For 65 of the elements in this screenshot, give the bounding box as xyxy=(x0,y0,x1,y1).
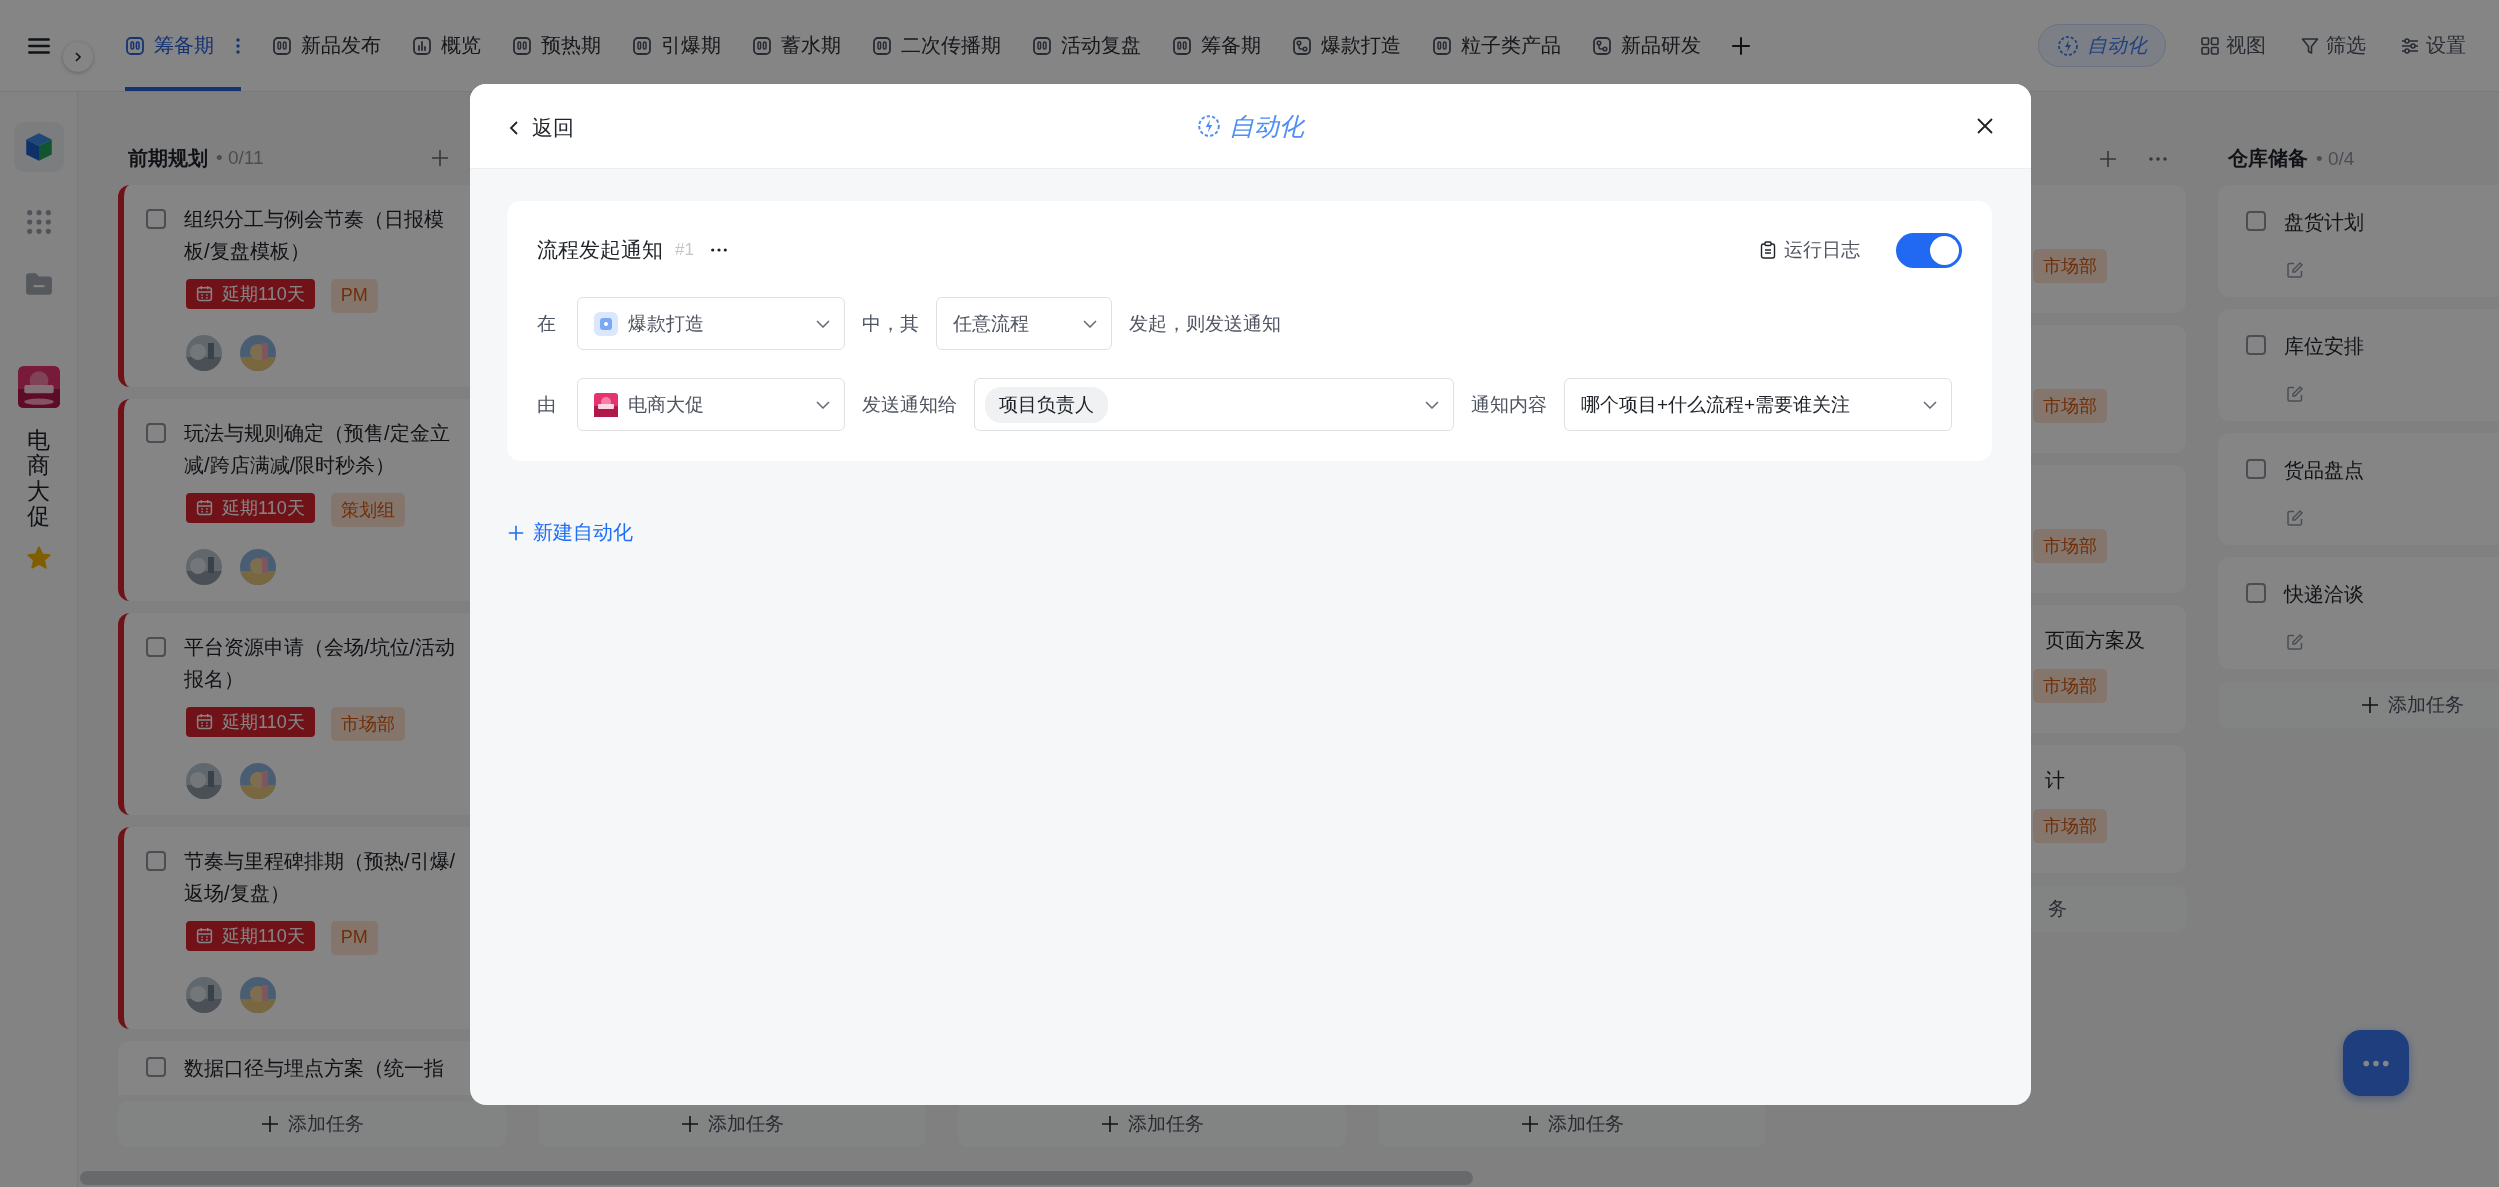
event-select[interactable]: 任意流程 xyxy=(936,297,1112,350)
toolbar-button[interactable]: 筛选 xyxy=(2300,32,2366,59)
task-title: 盘货计划 xyxy=(2284,210,2365,235)
toolbar-button[interactable]: 视图 xyxy=(2200,32,2266,59)
tag: 市场部 xyxy=(2033,249,2107,283)
condition-label: 在 xyxy=(537,311,557,336)
tab[interactable]: 筹备期 xyxy=(1172,0,1261,91)
tag: 市场部 xyxy=(2033,529,2107,563)
recipient-chip[interactable]: 项目负责人 xyxy=(985,386,1108,423)
task-title: 玩法与规则确定（预售/定金立减/跨店满减/限时秒杀） xyxy=(184,420,451,478)
task-card[interactable]: 盘货计划 xyxy=(2218,185,2499,297)
content-select[interactable]: 哪个项目+什么流程+需要谁关注 xyxy=(1564,378,1952,431)
toolbar-button[interactable]: 设置 xyxy=(2400,32,2466,59)
rule-name: 流程发起通知 xyxy=(537,237,663,263)
workspace-name[interactable]: 电商大促 xyxy=(27,428,50,530)
task-title: 库位安排 xyxy=(2284,334,2365,359)
overdue-badge: 延期110天 xyxy=(186,492,315,523)
tab[interactable]: 二次传播期 xyxy=(872,0,1001,91)
tag: PM xyxy=(330,278,378,313)
condition-label: 发起，则发送通知 xyxy=(1129,311,1281,336)
tag: 市场部 xyxy=(2033,389,2107,423)
tab[interactable]: 蓄水期 xyxy=(752,0,841,91)
tab[interactable]: 预热期 xyxy=(512,0,601,91)
tab[interactable]: 新品发布 xyxy=(272,0,381,91)
tab[interactable]: 概览 xyxy=(412,0,481,91)
project-select[interactable]: 爆款打造 xyxy=(577,297,845,350)
task-card[interactable]: 货品盘点 xyxy=(2218,433,2499,545)
tag: PM xyxy=(330,920,378,955)
run-log-button[interactable]: 运行日志 xyxy=(1760,237,1860,263)
tab[interactable]: 新品研发 xyxy=(1592,0,1701,91)
tab[interactable]: 活动复盘 xyxy=(1032,0,1141,91)
task-title: 组织分工与例会节奏（日报模板/复盘模板） xyxy=(184,206,445,264)
tag: 策划组 xyxy=(330,492,405,527)
recipient-select[interactable]: 项目负责人 xyxy=(974,378,1454,431)
action-label: 由 xyxy=(537,392,557,417)
tab[interactable]: 引爆期 xyxy=(632,0,721,91)
task-card[interactable]: 快递洽谈 xyxy=(2218,557,2499,669)
tab[interactable]: 粒子类产品 xyxy=(1432,0,1561,91)
dialog-title: 自动化 xyxy=(1197,109,1304,143)
task-title: 页面方案及 xyxy=(2044,628,2145,653)
task-title: 平台资源申请（会场/坑位/活动报名） xyxy=(184,634,457,692)
task-title: 货品盘点 xyxy=(2284,458,2365,483)
task-title: 计 xyxy=(2044,768,2065,793)
condition-label: 中，其 xyxy=(862,311,919,336)
task-card[interactable]: 库位安排 xyxy=(2218,309,2499,421)
overdue-badge: 延期110天 xyxy=(186,278,315,309)
tab[interactable]: 爆款打造 xyxy=(1292,0,1401,91)
action-label: 发送通知给 xyxy=(862,392,957,417)
sender-select[interactable]: 电商大促 xyxy=(577,378,845,431)
new-automation-link[interactable]: 新建自动化 xyxy=(507,519,633,546)
action-label: 通知内容 xyxy=(1471,392,1547,417)
column-title: 仓库储备 xyxy=(2228,146,2308,171)
tag: 市场部 xyxy=(2033,809,2107,843)
overdue-badge: 延期110天 xyxy=(186,920,315,951)
overdue-badge: 延期110天 xyxy=(186,706,315,737)
back-button[interactable]: 返回 xyxy=(508,114,574,142)
tag: 市场部 xyxy=(330,706,405,741)
tag: 市场部 xyxy=(2033,669,2107,703)
task-title: 数据口径与埋点方案（统一指 xyxy=(184,1055,445,1081)
automation-button[interactable]: 自动化 xyxy=(2038,24,2166,67)
rule-number: #1 xyxy=(675,240,694,260)
task-title: 快递洽谈 xyxy=(2284,582,2365,607)
tab[interactable]: 筹备期 xyxy=(125,0,241,91)
task-title: 节奏与里程碑排期（预热/引爆/返场/复盘） xyxy=(184,848,457,906)
column-title: 前期规划 xyxy=(128,145,208,171)
